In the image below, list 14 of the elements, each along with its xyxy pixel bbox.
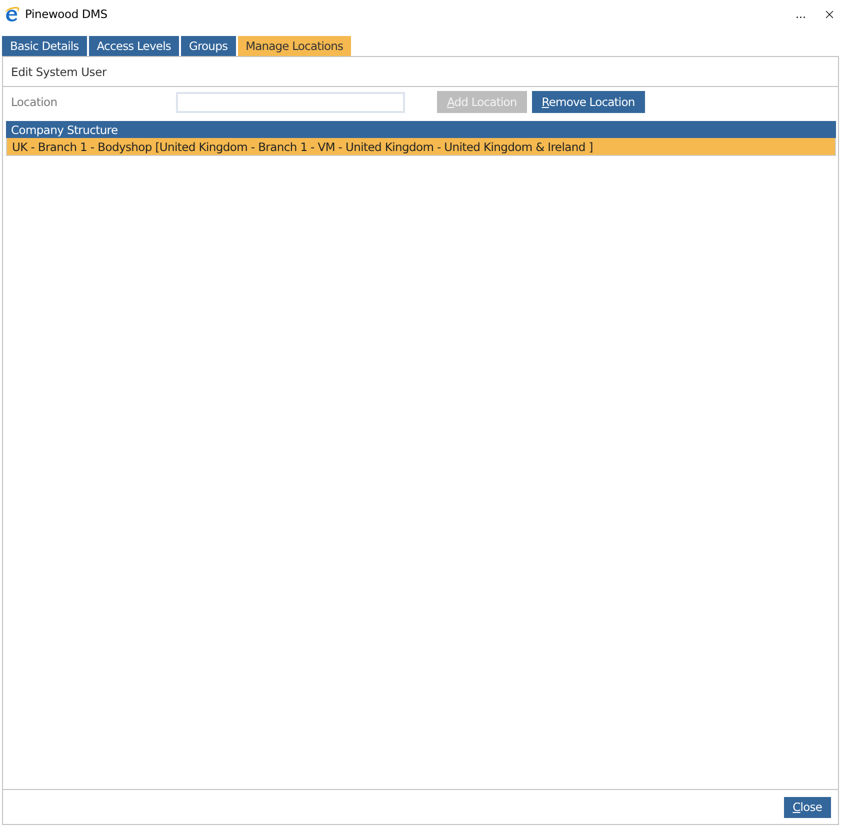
panel-header: Edit System User: [3, 57, 838, 87]
grid-row[interactable]: UK - Branch 1 - Bodyshop [United Kingdom - Branch 1 - VM - United Kingdom - United Kingdom & Ireland ]: [6, 138, 836, 156]
action-button[interactable]: Remove Location: [532, 91, 645, 113]
column-header: Company Structure: [6, 121, 836, 138]
tab[interactable]: Manage Locations: [238, 36, 352, 56]
window-title: Pinewood DMS: [25, 7, 108, 21]
more-options-button[interactable]: ...: [796, 8, 806, 20]
letter-e-logo-icon: [5, 6, 20, 22]
tab[interactable]: Access Levels: [88, 36, 179, 56]
tab[interactable]: Groups: [180, 36, 236, 56]
close-button[interactable]: Close: [784, 796, 831, 818]
tab[interactable]: Basic Details: [2, 36, 87, 56]
location-label: Location: [11, 95, 58, 109]
location-field[interactable]: [176, 92, 405, 112]
